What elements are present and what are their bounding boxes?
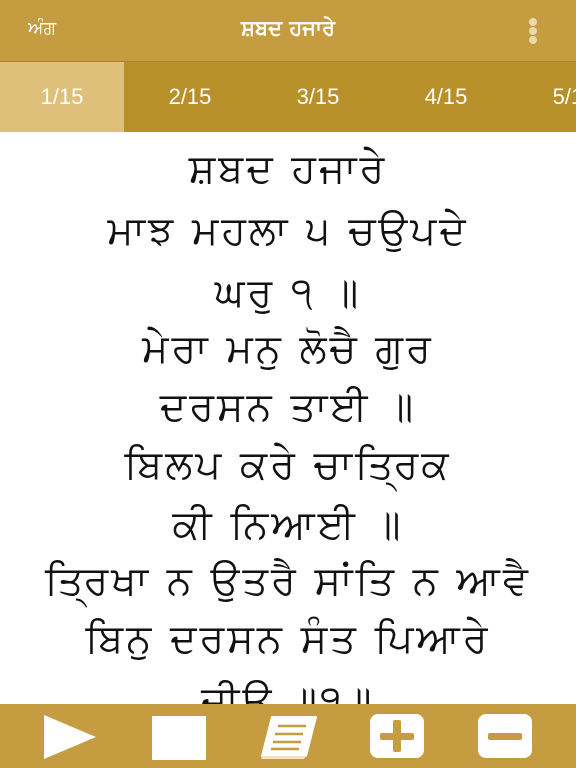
bottom-toolbar — [0, 704, 576, 768]
verse-line: ਜੀਉ ॥੧॥ — [201, 678, 375, 704]
verse-line: ਮਾਝ ਮਹਲਾ ੫ ਚਉਪਦੇ — [107, 208, 469, 254]
verse-line: ਕੀ ਨਿਆਈ ॥ — [172, 502, 404, 548]
top-app-bar: ਅੰਗ ਸ਼ਬਦ ਹਜਾਰੇ — [0, 0, 576, 62]
book-icon — [261, 716, 317, 759]
verse-line: ਬਿਲਪ ਕਰੇ ਚਾਤ੍ਰਿਕ — [124, 442, 452, 488]
play-icon — [44, 715, 96, 759]
tab-page-2[interactable]: 2/15 — [128, 62, 252, 132]
tab-page-1[interactable]: 1/15 — [0, 62, 124, 132]
verse-content[interactable]: ਸ਼ਬਦ ਹਜਾਰੇ ਮਾਝ ਮਹਲਾ ੫ ਚਉਪਦੇ ਘਰੁ ੧ ॥ ਮੇਰਾ… — [0, 132, 576, 704]
verse-line: ਬਿਨੁ ਦਰਸਨ ਸੰਤ ਪਿਆਰੇ — [85, 616, 491, 662]
verse-line: ਮੇਰਾ ਮਨੁ ਲੋਚੈ ਗੁਰ — [142, 326, 434, 372]
verse-line: ਸ਼ਬਦ ਹਜਾਰੇ — [188, 146, 388, 192]
stop-button[interactable] — [152, 714, 208, 760]
verse-line: ਦਰਸਨ ਤਾਈ ॥ — [159, 384, 417, 430]
tab-page-4[interactable]: 4/15 — [384, 62, 508, 132]
tab-page-5[interactable]: 5/15 — [512, 62, 576, 132]
play-button[interactable] — [44, 714, 100, 760]
book-button[interactable] — [258, 714, 320, 760]
tab-page-3[interactable]: 3/15 — [256, 62, 380, 132]
zoom-in-button[interactable] — [370, 714, 426, 760]
stop-icon — [152, 716, 206, 760]
plus-icon — [370, 714, 424, 758]
minus-icon — [478, 714, 532, 758]
verse-line: ਤ੍ਰਿਖਾ ਨ ਉਤਰੈ ਸਾਂਤਿ ਨ ਆਵੈ — [45, 558, 531, 604]
verse-line: ਘਰੁ ੧ ॥ — [214, 270, 362, 316]
page-title: ਸ਼ਬਦ ਹਜਾਰੇ — [241, 16, 335, 40]
zoom-out-button[interactable] — [478, 714, 534, 760]
more-vertical-icon[interactable] — [528, 18, 538, 44]
page-tab-strip: 1/15 2/15 3/15 4/15 5/15 — [0, 62, 576, 132]
